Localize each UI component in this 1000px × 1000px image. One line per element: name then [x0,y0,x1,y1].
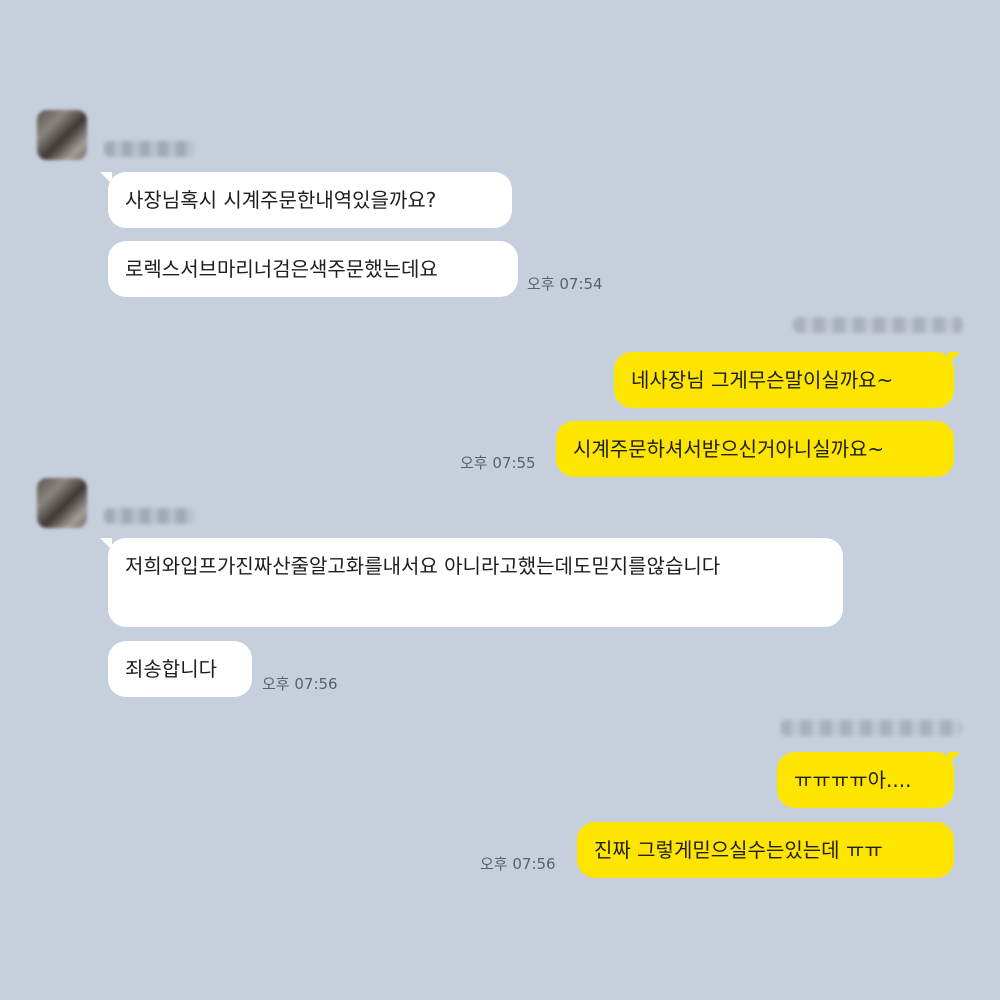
incoming-message[interactable]: 로렉스서브마리너검은색주문했는데요 [108,241,518,297]
incoming-message[interactable]: 죄송합니다 [108,641,252,697]
incoming-message[interactable]: 사장님혹시 시계주문한내역있을까요? [108,172,512,228]
outgoing-message[interactable]: 네사장님 그게무슨말이실까요~ [614,352,954,408]
my-name-blurred [793,317,963,333]
message-timestamp: 오후 07:55 [460,454,536,472]
sender-avatar[interactable] [37,478,87,528]
outgoing-message[interactable]: 시계주문하셔서받으신거아니실까요~ [556,421,954,477]
outgoing-message[interactable]: ㅠㅠㅠㅠ아.... [777,752,954,808]
message-timestamp: 오후 07:56 [262,675,338,693]
sender-avatar[interactable] [37,110,87,160]
my-name-blurred [780,720,962,736]
message-timestamp: 오후 07:54 [527,275,603,293]
sender-name-blurred [104,508,194,524]
message-timestamp: 오후 07:56 [480,855,556,873]
incoming-message[interactable]: 저희와입프가진짜산줄알고화를내서요 아니라고했는데도믿지를않습니다 [108,538,843,627]
sender-name-blurred [104,141,194,157]
outgoing-message[interactable]: 진짜 그렇게믿으실수는있는데 ㅠㅠ [577,822,954,878]
